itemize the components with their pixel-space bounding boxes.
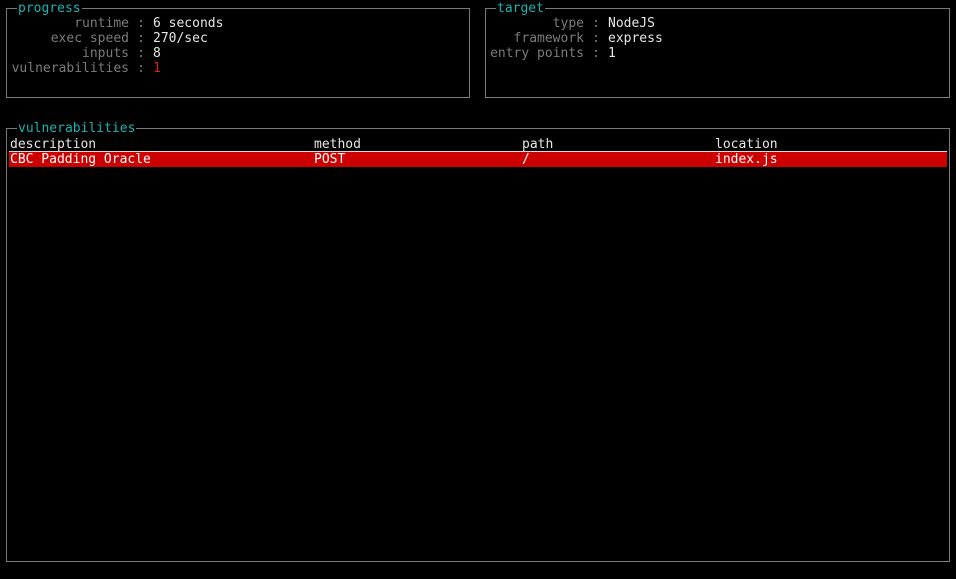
target-panel-title: target bbox=[496, 1, 545, 16]
target-label: framework bbox=[513, 31, 584, 46]
stat-vulnerabilities: vulnerabilities:1 bbox=[9, 61, 223, 76]
column-header-location: location bbox=[715, 137, 778, 152]
stat-runtime: runtime:6 seconds bbox=[9, 16, 223, 31]
target-value: 1 bbox=[608, 46, 616, 61]
target-value: NodeJS bbox=[608, 16, 655, 31]
progress-panel-title: progress bbox=[17, 1, 82, 16]
target-type: type: NodeJS bbox=[488, 16, 663, 31]
separator: : bbox=[592, 46, 600, 61]
stat-label: vulnerabilities bbox=[11, 61, 129, 76]
progress-panel: progress runtime:6 seconds exec speed:27… bbox=[6, 1, 470, 98]
stat-label: exec speed bbox=[50, 31, 129, 46]
table-header: description method path location bbox=[9, 137, 947, 152]
cell-method: POST bbox=[314, 152, 346, 167]
separator: : bbox=[592, 16, 600, 31]
column-header-description: description bbox=[10, 137, 97, 152]
target-info: type: NodeJS framework: express entry poin… bbox=[488, 16, 663, 61]
table-row[interactable]: CBC Padding Oracle POST / index.js bbox=[9, 152, 947, 167]
separator: : bbox=[592, 31, 600, 46]
target-panel: target type: NodeJS framework: express ent… bbox=[485, 1, 950, 98]
column-header-method: method bbox=[314, 137, 361, 152]
stat-exec-speed: exec speed:270/sec bbox=[9, 31, 223, 46]
stat-label: runtime bbox=[74, 16, 129, 31]
cell-description: CBC Padding Oracle bbox=[10, 152, 151, 167]
stat-inputs: inputs:8 bbox=[9, 46, 223, 61]
target-value: express bbox=[608, 31, 663, 46]
target-entry-points: entry points:1 bbox=[488, 46, 663, 61]
stat-label: inputs bbox=[82, 46, 129, 61]
cell-location: index.js bbox=[715, 152, 778, 167]
stat-value-alert: 1 bbox=[153, 61, 161, 76]
progress-stats: runtime:6 seconds exec speed:270/sec inp… bbox=[9, 16, 224, 76]
stat-value: 270/sec bbox=[153, 31, 208, 46]
vulnerabilities-panel-title: vulnerabilities bbox=[17, 121, 137, 136]
target-framework: framework: express bbox=[488, 31, 663, 46]
separator: : bbox=[137, 31, 145, 46]
separator: : bbox=[137, 46, 145, 61]
cell-path: / bbox=[522, 152, 530, 167]
target-label: entry points bbox=[490, 46, 584, 61]
vulnerabilities-table: description method path location CBC Pad… bbox=[9, 137, 947, 167]
vulnerabilities-panel: vulnerabilities description method path … bbox=[6, 121, 950, 562]
stat-value: 6 seconds bbox=[153, 16, 224, 31]
stat-value: 8 bbox=[153, 46, 161, 61]
separator: : bbox=[137, 61, 145, 76]
column-header-path: path bbox=[522, 137, 554, 152]
target-label: type bbox=[552, 16, 584, 31]
separator: : bbox=[137, 16, 145, 31]
